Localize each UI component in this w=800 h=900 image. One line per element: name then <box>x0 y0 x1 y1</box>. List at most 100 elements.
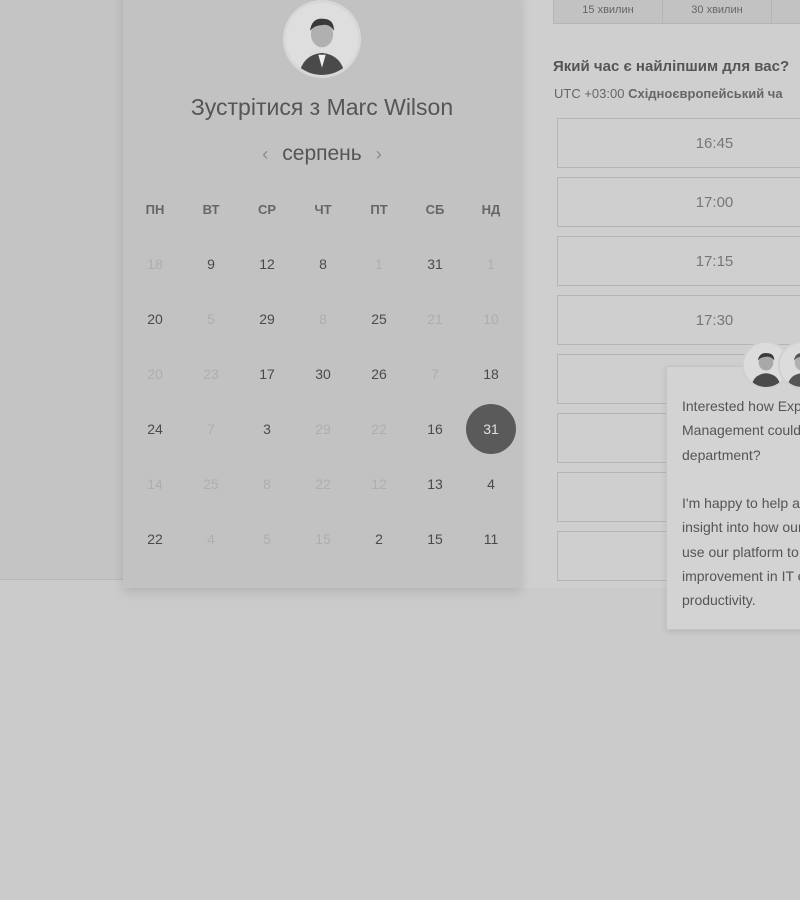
calendar-day[interactable]: 22 <box>127 511 183 566</box>
time-slot-button[interactable]: 17:15 <box>557 236 800 286</box>
calendar-day[interactable]: 30 <box>295 346 351 401</box>
weekday-label: СР <box>257 202 277 217</box>
calendar-day: 5 <box>183 291 239 346</box>
calendar-day: 15 <box>295 511 351 566</box>
calendar-day-number: 22 <box>371 420 387 437</box>
time-slot-button[interactable]: 17:30 <box>557 295 800 345</box>
calendar-day-number: 23 <box>203 365 219 382</box>
calendar-day[interactable]: 20 <box>127 291 183 346</box>
calendar-day-number: 24 <box>147 420 163 437</box>
weekday-label: НД <box>481 202 501 217</box>
calendar-day[interactable]: 11 <box>463 511 519 566</box>
calendar-day-number: 8 <box>263 475 271 492</box>
calendar-day-number: 30 <box>315 365 331 382</box>
calendar-day: 1 <box>463 236 519 291</box>
calendar-day[interactable]: 18 <box>463 346 519 401</box>
calendar-day-number: 31 <box>466 403 516 454</box>
time-slot-label: 17:30 <box>695 311 734 329</box>
calendar-day: 12 <box>351 456 407 511</box>
calendar-day-number: 1 <box>375 255 383 272</box>
calendar-day-number: 18 <box>147 255 163 272</box>
chevron-left-icon[interactable]: ‹ <box>262 144 268 165</box>
calendar-day-number: 20 <box>147 310 163 327</box>
time-slot-button[interactable]: 16:45 <box>557 118 800 168</box>
calendar-day-number: 18 <box>483 365 499 382</box>
time-slot-label: 16:45 <box>695 134 734 152</box>
calendar-day-number: 13 <box>427 475 443 492</box>
calendar-day-number: 12 <box>259 255 275 272</box>
calendar-day-number: 22 <box>315 475 331 492</box>
weekday-label: ВТ <box>202 202 220 217</box>
calendar-day[interactable]: 13 <box>407 456 463 511</box>
time-slot-label: 17:00 <box>695 193 734 211</box>
calendar-day-number: 15 <box>427 530 443 547</box>
calendar-day[interactable]: 24 <box>127 401 183 456</box>
weekday-label: ПН <box>145 202 165 217</box>
calendar-day-number: 8 <box>319 255 327 272</box>
calendar-day-number: 11 <box>483 530 499 547</box>
calendar-day[interactable]: 3 <box>239 401 295 456</box>
month-navigator: ‹ серпень › <box>123 142 521 166</box>
calendar-day[interactable]: 12 <box>239 236 295 291</box>
calendar-day: 10 <box>463 291 519 346</box>
weekday-label: ЧТ <box>314 202 332 217</box>
time-slot-button[interactable]: 17:00 <box>557 177 800 227</box>
time-question-heading: Який час є найліпшим для вас? <box>553 58 790 75</box>
calendar-day-number: 2 <box>375 530 383 547</box>
calendar-day-number: 14 <box>147 475 163 492</box>
time-slot-label: 17:15 <box>695 252 734 270</box>
calendar-day-selected[interactable]: 31 <box>463 401 519 456</box>
timezone-label[interactable]: UTC +03:00 Східноєвропейський ча <box>554 86 783 101</box>
calendar-day-number: 10 <box>483 310 499 327</box>
calendar-day-number: 21 <box>427 310 443 327</box>
tab-30-min[interactable]: 30 хвилин <box>663 0 772 23</box>
meeting-title-prefix: Зустрітися з <box>190 94 321 120</box>
duration-tabs: 15 хвилин 30 хвилин <box>553 0 800 24</box>
host-avatar <box>283 0 361 78</box>
calendar-day-number: 20 <box>147 365 163 382</box>
calendar-day[interactable]: 4 <box>463 456 519 511</box>
calendar-day-number: 25 <box>371 310 387 327</box>
calendar-day[interactable]: 2 <box>351 511 407 566</box>
calendar-day: 7 <box>407 346 463 401</box>
calendar-day[interactable]: 15 <box>407 511 463 566</box>
calendar-day-number: 15 <box>315 530 331 547</box>
calendar-day-number: 7 <box>431 365 439 382</box>
calendar-day[interactable]: 29 <box>239 291 295 346</box>
timezone-name: Східноєвропейський ча <box>628 86 783 101</box>
weekday-header: ПН ВТ СР ЧТ ПТ СБ НД <box>127 202 519 217</box>
calendar-day: 21 <box>407 291 463 346</box>
calendar-day: 25 <box>183 456 239 511</box>
calendar-day-number: 5 <box>263 530 271 547</box>
tab-15-min[interactable]: 15 хвилин <box>554 0 663 23</box>
calendar-day[interactable]: 17 <box>239 346 295 401</box>
calendar-day[interactable]: 9 <box>183 236 239 291</box>
calendar-day[interactable]: 16 <box>407 401 463 456</box>
calendar-day-number: 4 <box>207 530 215 547</box>
calendar-day[interactable]: 31 <box>407 236 463 291</box>
calendar-day-grid: 18 9 12 8 1 31 1 20 5 29 8 25 21 10 20 23 17 30 26 7 18 24 7 3 2… <box>127 236 519 566</box>
calendar-day-number: 29 <box>259 310 275 327</box>
calendar-day-number: 22 <box>147 530 163 547</box>
calendar-day-number: 4 <box>487 475 495 492</box>
weekday-label: СБ <box>425 202 445 217</box>
calendar-day[interactable]: 8 <box>295 236 351 291</box>
calendar-day-number: 1 <box>487 255 495 272</box>
calendar-day: 8 <box>295 291 351 346</box>
calendar-day: 8 <box>239 456 295 511</box>
calendar-day-number: 25 <box>203 475 219 492</box>
calendar-day-number: 16 <box>427 420 443 437</box>
weekday-label: ПТ <box>370 202 388 217</box>
calendar-day: 5 <box>239 511 295 566</box>
calendar-day-number: 8 <box>319 310 327 327</box>
calendar-day-number: 5 <box>207 310 215 327</box>
calendar-day: 14 <box>127 456 183 511</box>
calendar-day-number: 31 <box>427 255 443 272</box>
calendar-day-number: 29 <box>315 420 331 437</box>
calendar-day: 18 <box>127 236 183 291</box>
calendar-day-number: 3 <box>263 420 271 437</box>
calendar-day: 4 <box>183 511 239 566</box>
chevron-right-icon[interactable]: › <box>376 144 382 165</box>
calendar-day[interactable]: 26 <box>351 346 407 401</box>
calendar-day[interactable]: 25 <box>351 291 407 346</box>
